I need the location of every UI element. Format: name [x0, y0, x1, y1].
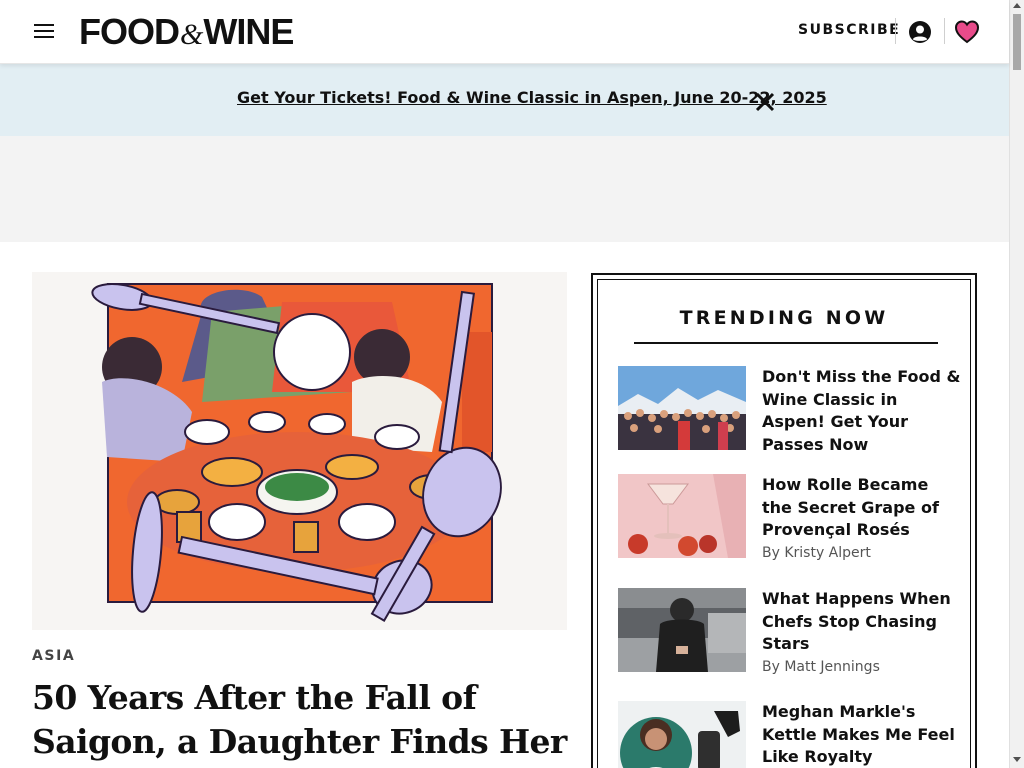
close-icon[interactable] — [754, 91, 776, 113]
hero-image[interactable] — [32, 272, 567, 630]
trending-text: Don't Miss the Food & Wine Classic in As… — [762, 366, 962, 456]
trending-item[interactable]: How Rolle Became the Secret Grape of Pro… — [618, 474, 963, 566]
trending-title[interactable]: How Rolle Became the Secret Grape of Pro… — [762, 474, 962, 542]
trending-title[interactable]: Don't Miss the Food & Wine Classic in As… — [762, 366, 962, 456]
trending-thumbnail[interactable] — [618, 701, 746, 768]
logo-ampersand: & — [180, 18, 203, 51]
trending-byline[interactable]: By Matt Jennings — [762, 659, 962, 675]
heart-icon[interactable] — [954, 19, 980, 45]
trending-inner-frame: TRENDING NOW Don't Miss the Food & Wine … — [597, 279, 971, 768]
header-divider — [895, 18, 896, 44]
page-scrollbar[interactable] — [1009, 0, 1024, 768]
scroll-up-arrow-icon[interactable] — [1013, 3, 1021, 8]
trending-byline[interactable]: By Kristy Alpert — [762, 545, 962, 561]
trending-title[interactable]: What Happens When Chefs Stop Chasing Sta… — [762, 588, 962, 656]
hero-category[interactable]: ASIA — [32, 648, 75, 664]
trending-thumbnail[interactable] — [618, 366, 746, 450]
trending-rule — [634, 342, 938, 344]
promo-banner: Get Your Tickets! Food & Wine Classic in… — [0, 64, 1009, 136]
account-icon[interactable] — [908, 20, 932, 44]
logo-wine: WINE — [203, 11, 294, 52]
promo-banner-link[interactable]: Get Your Tickets! Food & Wine Classic in… — [237, 88, 827, 107]
trending-text: What Happens When Chefs Stop Chasing Sta… — [762, 588, 962, 675]
trending-item[interactable]: Don't Miss the Food & Wine Classic in As… — [618, 366, 963, 454]
logo-food: FOOD — [79, 11, 180, 52]
trending-text: Meghan Markle's Kettle Makes Me Feel Lik… — [762, 701, 962, 768]
trending-item[interactable]: Meghan Markle's Kettle Makes Me Feel Lik… — [618, 701, 963, 768]
trending-item[interactable]: What Happens When Chefs Stop Chasing Sta… — [618, 588, 963, 680]
scroll-down-arrow-icon[interactable] — [1013, 757, 1021, 762]
trending-text: How Rolle Became the Secret Grape of Pro… — [762, 474, 962, 561]
hero-headline[interactable]: 50 Years After the Fall of Saigon, a Dau… — [32, 676, 572, 764]
trending-thumbnail[interactable] — [618, 474, 746, 558]
trending-now-box: TRENDING NOW Don't Miss the Food & Wine … — [591, 273, 977, 768]
site-logo[interactable]: FOOD & WINE — [79, 11, 294, 52]
trending-title[interactable]: Meghan Markle's Kettle Makes Me Feel Lik… — [762, 701, 962, 768]
subscribe-link[interactable]: SUBSCRIBE — [798, 22, 900, 38]
site-header: FOOD & WINE SUBSCRIBE — [0, 0, 1009, 64]
ad-placeholder — [0, 136, 1009, 242]
header-divider — [944, 18, 945, 44]
hamburger-menu-icon[interactable] — [34, 24, 54, 40]
scrollbar-thumb[interactable] — [1013, 14, 1021, 70]
trending-heading: TRENDING NOW — [679, 307, 889, 329]
trending-thumbnail[interactable] — [618, 588, 746, 672]
